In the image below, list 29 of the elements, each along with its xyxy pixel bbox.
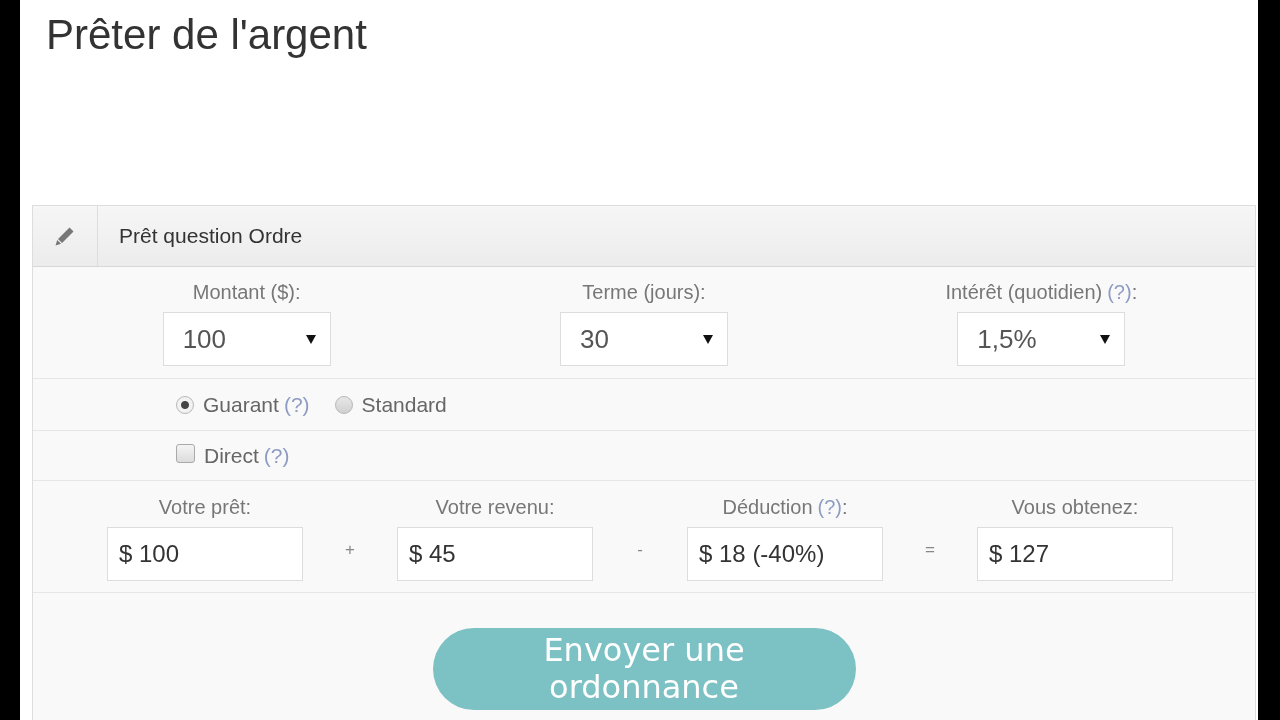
- operator-sign: +: [345, 540, 355, 560]
- dropdown-select[interactable]: 30: [560, 312, 728, 366]
- amount-field[interactable]: $ 127: [977, 527, 1173, 581]
- radio-button[interactable]: [176, 395, 194, 414]
- option-label: Direct: [204, 443, 259, 468]
- panel-title: Prêt question Ordre: [119, 224, 303, 248]
- option-label: Guarant: [203, 392, 279, 417]
- field-label: Déduction (?):: [722, 495, 848, 519]
- field-label: Intérêt (quotidien) (?):: [945, 280, 1138, 304]
- caret-icon: [703, 334, 713, 344]
- radio-button[interactable]: [334, 395, 353, 414]
- amount-field[interactable]: $ 100: [107, 527, 303, 581]
- amount-field[interactable]: $ 18 (-40%): [687, 527, 883, 581]
- operator-sign: -: [637, 540, 643, 560]
- field-label: Votre revenu:: [435, 495, 555, 519]
- pencil-icon[interactable]: [55, 226, 75, 246]
- field-label: Terme (jours):: [582, 280, 706, 304]
- dropdown-select[interactable]: 1,5%: [957, 312, 1126, 366]
- field-label: Votre prêt:: [158, 495, 252, 519]
- dropdown-select[interactable]: 100: [162, 312, 331, 366]
- page-title: Prêter de l'argent: [45, 10, 368, 60]
- caret-icon: [305, 334, 316, 344]
- field-label: Vous obtenez:: [1011, 495, 1139, 519]
- field-label: Montant ($):: [192, 280, 301, 304]
- checkbox[interactable]: [176, 444, 195, 463]
- amount-field[interactable]: $ 45: [397, 527, 593, 581]
- option-label: Standard: [361, 392, 447, 417]
- operator-sign: =: [925, 540, 935, 560]
- caret-icon: [1100, 334, 1111, 344]
